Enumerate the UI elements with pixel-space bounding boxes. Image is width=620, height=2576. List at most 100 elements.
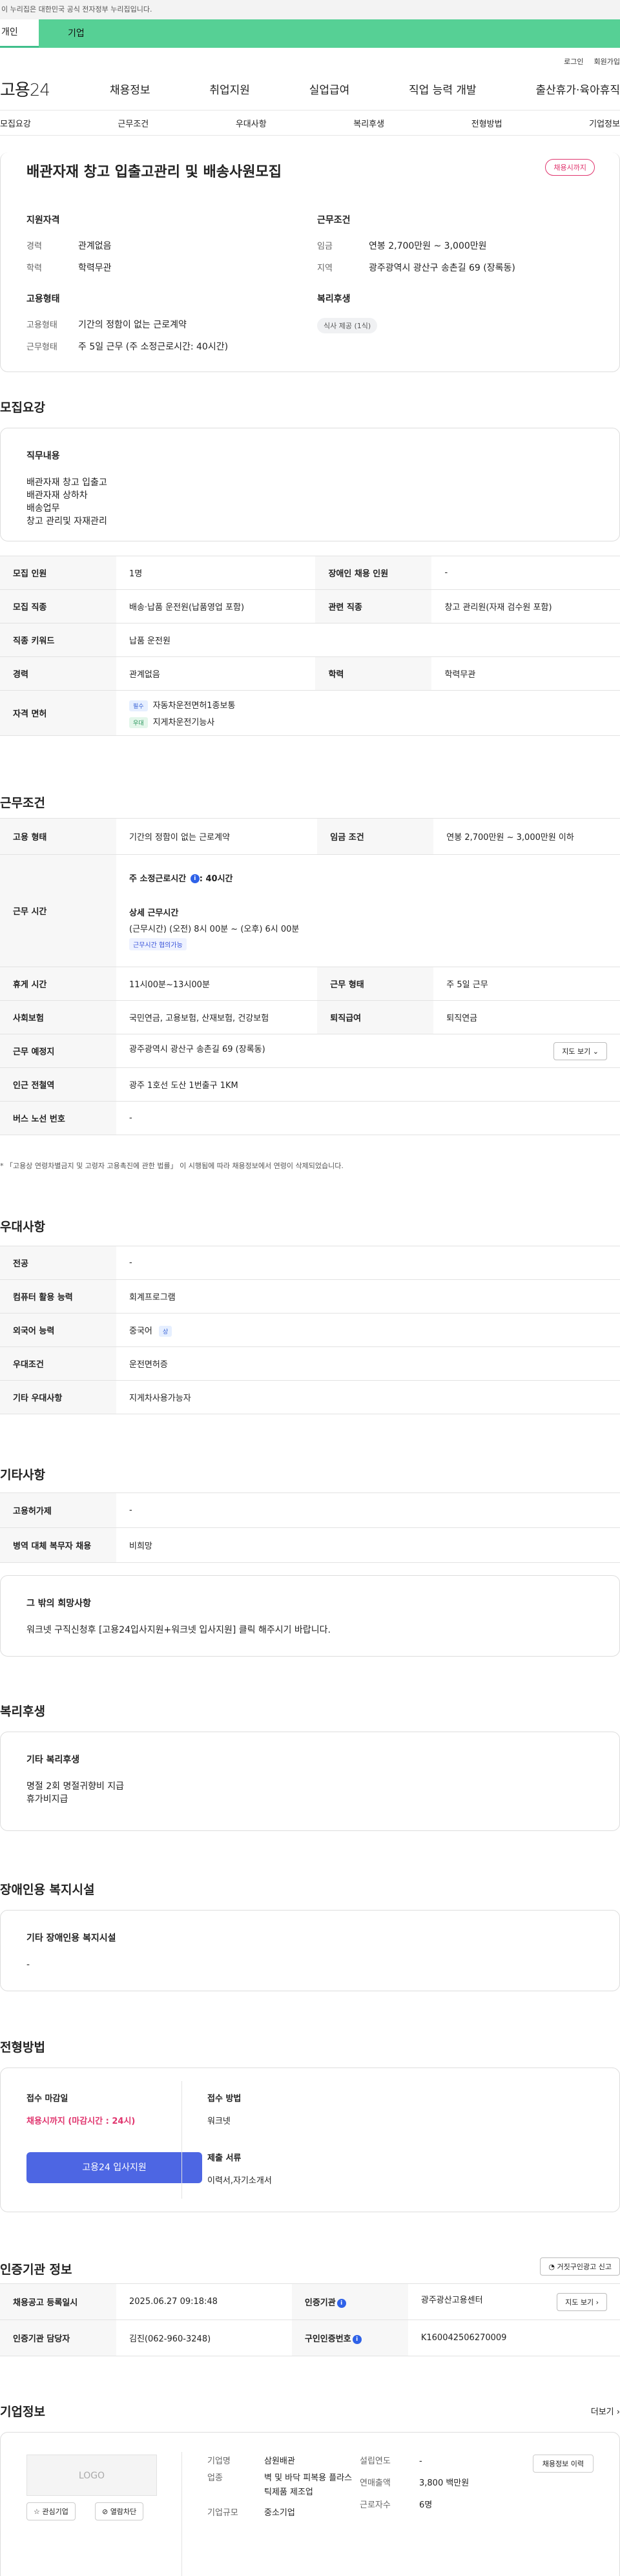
signup-link[interactable]: 회원가입 [594, 56, 620, 67]
subnav-preference[interactable]: 우대사항 [236, 117, 267, 129]
cell-label: 고용 형태 [0, 818, 116, 855]
cell-value: 비희망 [116, 1527, 620, 1563]
chevron-right-icon: › [616, 2407, 620, 2417]
cell-value: 운전면허증 [116, 1346, 620, 1381]
company-right-info: 설립연도 - 연매출액 3,800 백만원 근로자수 6명 [360, 2455, 489, 2513]
info-label: 기업명 [207, 2456, 231, 2466]
section-title-recruit: 모집요강 [0, 401, 45, 415]
company-left-info: 기업명 삼원배관 업종 벽 및 바닥 피복용 플라스틱제품 제조업 기업규모 중소기업 [207, 2455, 356, 2520]
gnb-item-unemployment[interactable]: 실업급여 [309, 81, 350, 97]
more-link[interactable]: 더보기 › [591, 2405, 620, 2417]
cell-value: - [116, 1492, 620, 1528]
star-icon: ☆ [34, 2508, 40, 2516]
place-cell: 광주광역시 광산구 송촌길 69 (장록동) 지도 보기 ⌄ [116, 1034, 620, 1068]
bell-icon: ◔ [548, 2263, 555, 2271]
tab-company[interactable]: 기업 [39, 19, 620, 48]
subnav-recruit[interactable]: 모집요강 [0, 117, 31, 129]
method-value: 워크넷 [207, 2117, 231, 2126]
work-value: 연봉 2,700만원 ~ 3,000만원 [369, 241, 487, 251]
info-label: 근로자수 [360, 2500, 391, 2510]
section-title-company: 기업정보 [0, 2405, 45, 2419]
emp-label: 고용형태 [26, 320, 57, 330]
table-row: 병역 대체 복무자 채용 비희망 [0, 1527, 620, 1563]
info-icon[interactable]: i [336, 2298, 346, 2308]
cell-label: 기타 우대사항 [0, 1380, 116, 1414]
cell-value: 지게차사용가능자 [116, 1380, 620, 1414]
table-row: 기타 우대사항 지게차사용가능자 [0, 1380, 620, 1414]
info-label: 업종 [207, 2473, 223, 2483]
conditions-table: 고용 형태 기간의 정함이 없는 근로계약 임금 조건 연봉 2,700만원 ~ 3… [0, 818, 620, 1135]
cell-value: 관계없음 [116, 656, 316, 691]
work-heading: 근무조건 [317, 215, 351, 225]
section-title-etc: 기타사항 [0, 1468, 45, 1482]
subnav-company[interactable]: 기업정보 [589, 117, 620, 129]
cell-label: 관련 직종 [315, 589, 432, 623]
tab-individual[interactable]: 개인 [0, 19, 39, 48]
gnb-item-employment-support[interactable]: 취업지원 [209, 81, 250, 97]
info-label: 기업규모 [207, 2508, 238, 2518]
preferred-tag: 우대 [129, 717, 148, 728]
level-tag: 상 [159, 1325, 172, 1337]
cell-value: - [431, 556, 620, 590]
table-row: 컴퓨터 활용 능력 회계프로그램 [0, 1279, 620, 1314]
cell-label: 사회보험 [0, 1000, 116, 1034]
info-icon[interactable]: i [352, 2334, 362, 2344]
table-row: 자격 면허 필수 자동차운전면허1종보통 우대 지게차운전기능사 [0, 690, 620, 736]
cell-label: 직종 키워드 [0, 623, 116, 657]
table-row: 고용허가제 - [0, 1492, 620, 1528]
qual-group: 지원자격 경력 관계없음 학력 학력무관 [26, 213, 112, 283]
cell-label: 모집 직종 [0, 589, 116, 623]
favorite-company-button[interactable]: ☆ 관심기업 [26, 2502, 76, 2520]
weekly-hours-value: : 40시간 [199, 874, 233, 884]
info-icon[interactable]: i [190, 874, 200, 883]
required-tag: 필수 [129, 700, 148, 711]
table-row: 근무 시간 주 소정근로시간 i: 40시간 상세 근무시간 (근무시간) (오… [0, 854, 620, 967]
gov-banner: 이 누리집은 대한민국 공식 전자정부 누리집입니다. [0, 0, 620, 19]
site-logo[interactable]: 고용24 [0, 77, 110, 101]
cell-label: 근무 형태 [317, 967, 434, 1001]
cell-label: 모집 인원 [0, 556, 116, 590]
map-button[interactable]: 지도 보기 ⌄ [553, 1042, 607, 1060]
table-row: 인근 전철역 광주 1호선 도산 1번출구 1KM [0, 1067, 620, 1102]
gnb-item-jobs[interactable]: 채용정보 [110, 81, 150, 97]
qual-label: 경력 [26, 242, 42, 251]
block-view-button[interactable]: ⊘ 열람차단 [95, 2502, 144, 2520]
cell-value: 회계프로그램 [116, 1279, 620, 1314]
welfare-heading: 복리후생 [317, 294, 351, 304]
weekly-hours-label: 주 소정근로시간 [129, 874, 189, 884]
cell-label: 근무 예정지 [0, 1034, 116, 1068]
cell-label: 학력 [315, 656, 432, 691]
duty-line: 배관자재 상하차 [26, 490, 88, 501]
agency-map-button[interactable]: 지도 보기 › [557, 2292, 607, 2311]
login-link[interactable]: 로그인 [564, 56, 583, 67]
cell-label: 퇴직급여 [317, 1000, 434, 1034]
gnb-item-training[interactable]: 직업 능력 개발 [409, 81, 477, 97]
recruit-table: 모집 인원 1명 장애인 채용 인원 - 모집 직종 배송·납품 운전원(납품영업 포… [0, 556, 620, 736]
subnav-conditions[interactable]: 근무조건 [118, 117, 149, 129]
deadline-label: 접수 마감일 [26, 2094, 68, 2104]
qual-heading: 지원자격 [26, 215, 60, 225]
table-row: 전공 - [0, 1246, 620, 1280]
table-row: 채용공고 등록일시 2025.06.27 09:18:48 인증기관 i 광주광산고… [0, 2283, 620, 2320]
emp-heading: 고용형태 [26, 294, 60, 304]
cell-label: 인증기관 담당자 [0, 2319, 116, 2356]
apply-button[interactable]: 고용24 입사지원 [26, 2152, 202, 2183]
gnb-item-leave[interactable]: 출산휴가·육아휴직 [535, 81, 620, 97]
table-row: 모집 인원 1명 장애인 채용 인원 - [0, 556, 620, 590]
company-industry: 벽 및 바닥 피복용 플라스틱제품 제조업 [264, 2473, 353, 2497]
welfare-line: 휴가비지급 [26, 1794, 68, 1805]
section-title-welfare: 복리후생 [0, 1704, 45, 1719]
subnav-welfare[interactable]: 복리후생 [353, 117, 384, 129]
deadline-value: 채용시까지 (마감시간 : 24시) [26, 2117, 136, 2126]
etc-table: 고용허가제 - 병역 대체 복무자 채용 비희망 [0, 1492, 620, 1563]
subnav-selection[interactable]: 전형방법 [471, 117, 502, 129]
deadline-group: 접수 마감일 채용시까지 (마감시간 : 24시) 고용24 입사지원 [26, 2091, 202, 2183]
cell-value: 학력무관 [431, 656, 620, 691]
job-history-button[interactable]: 채용정보 이력 [532, 2455, 594, 2473]
cell-value: - [116, 1246, 620, 1280]
cell-label: 임금 조건 [317, 818, 434, 855]
company-employees: 6명 [419, 2500, 433, 2510]
work-group: 근무조건 임금 연봉 2,700만원 ~ 3,000만원 지역 광주광역시 광산구 … [317, 213, 515, 283]
report-button[interactable]: ◔ 거짓구인광고 신고 [540, 2257, 620, 2276]
chevron-down-icon: ⌄ [592, 1047, 599, 1056]
